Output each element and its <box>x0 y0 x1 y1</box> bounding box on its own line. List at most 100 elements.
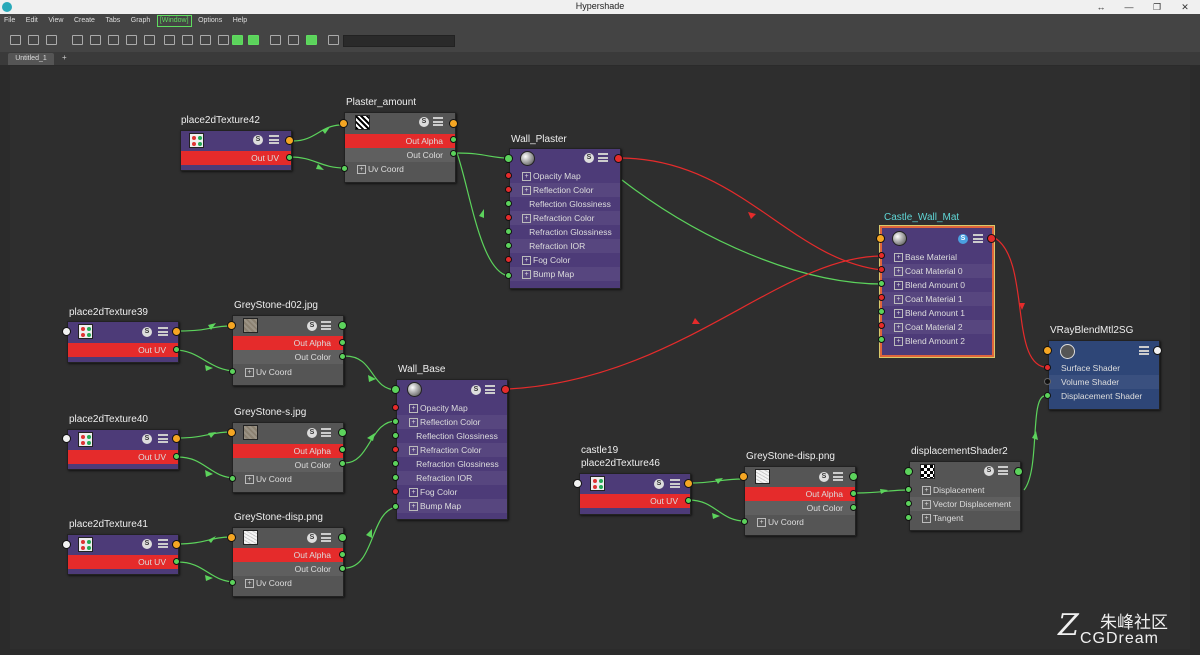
out-color-port[interactable] <box>450 150 457 157</box>
menu-file[interactable]: File <box>0 14 19 28</box>
shader-s-icon[interactable]: S <box>307 321 317 331</box>
attr-row[interactable]: + Base Material <box>882 250 992 264</box>
attr-row[interactable]: Reflection Glossiness <box>510 197 620 211</box>
out-alpha-port[interactable] <box>339 339 346 346</box>
out-color-port[interactable] <box>339 565 346 572</box>
attr-port[interactable] <box>505 272 512 279</box>
expand-icon[interactable]: + <box>894 309 903 319</box>
uv-coord-attr[interactable]: + Uv Coord <box>745 515 855 529</box>
menu-help[interactable]: Help <box>229 14 251 28</box>
place2d-texture-46-node[interactable]: S Out UV <box>579 473 691 515</box>
shader-s-icon[interactable]: S <box>142 539 152 549</box>
expand-icon[interactable]: + <box>522 186 531 196</box>
expand-icon[interactable]: + <box>922 500 931 510</box>
greystone-disp-a-node[interactable]: S Out Alpha Out Color + Uv Coord <box>232 527 344 597</box>
node-menu-icon[interactable] <box>485 385 495 394</box>
input-port[interactable] <box>339 119 348 128</box>
output-port[interactable] <box>849 472 858 481</box>
attr-row[interactable]: + Reflection Color <box>510 183 620 197</box>
expand-icon[interactable]: + <box>245 579 254 589</box>
attr-row[interactable]: + Bump Map <box>397 499 507 513</box>
node-menu-icon[interactable] <box>321 321 331 330</box>
node-menu-icon[interactable] <box>321 428 331 437</box>
castle-wall-mat-node[interactable]: S + Base Material + Coat Material 0 + Blend… <box>880 226 994 357</box>
expand-icon[interactable]: + <box>922 514 931 524</box>
attr-row[interactable]: + Refraction Color <box>397 443 507 457</box>
add-tab-button[interactable]: + <box>62 53 67 62</box>
filter-icon[interactable] <box>328 35 339 45</box>
input-port[interactable] <box>504 154 513 163</box>
menu-create[interactable]: Create <box>70 14 99 28</box>
attr-port[interactable] <box>878 266 885 273</box>
input-port[interactable] <box>739 472 748 481</box>
expand-icon[interactable]: + <box>409 446 418 456</box>
tangent-port[interactable] <box>905 514 912 521</box>
search-input[interactable] <box>343 35 455 47</box>
wall-plaster-node[interactable]: S + Opacity Map + Reflection Color Reflect… <box>509 148 621 289</box>
menu-window[interactable]: [Window] <box>156 15 192 27</box>
frame-selection-icon[interactable] <box>90 35 101 45</box>
node-menu-icon[interactable] <box>598 153 608 162</box>
attr-row[interactable]: + Reflection Color <box>397 415 507 429</box>
attr-row[interactable]: + Blend Amount 0 <box>882 278 992 292</box>
input-port[interactable] <box>62 434 71 443</box>
shader-s-icon[interactable]: S <box>419 117 429 127</box>
input-port[interactable] <box>1043 346 1052 355</box>
output-port[interactable] <box>1014 467 1023 476</box>
attr-port[interactable] <box>392 488 399 495</box>
uv-coord-port[interactable] <box>741 518 748 525</box>
attr-row[interactable]: Refraction Glossiness <box>510 225 620 239</box>
input-port[interactable] <box>227 428 236 437</box>
node-menu-icon[interactable] <box>998 466 1008 475</box>
attr-row[interactable]: Volume Shader <box>1049 375 1159 389</box>
attr-port[interactable] <box>505 256 512 263</box>
output-port[interactable] <box>614 154 623 163</box>
shader-s-icon[interactable]: S <box>307 428 317 438</box>
attr-port[interactable] <box>878 252 885 259</box>
menu-options[interactable]: Options <box>194 14 226 28</box>
input-port[interactable] <box>573 479 582 488</box>
out-uv-port[interactable] <box>685 497 692 504</box>
minimize-icon[interactable]: — <box>1120 0 1138 14</box>
attr-row[interactable]: + Bump Map <box>510 267 620 281</box>
attr-row[interactable]: + Displacement <box>910 483 1020 497</box>
out-alpha-port[interactable] <box>339 446 346 453</box>
out-color-port[interactable] <box>339 460 346 467</box>
uv-coord-port[interactable] <box>229 368 236 375</box>
out-uv-port[interactable] <box>173 453 180 460</box>
attr-row[interactable]: + Fog Color <box>397 485 507 499</box>
menu-graph[interactable]: Graph <box>127 14 154 28</box>
output-port[interactable] <box>684 479 693 488</box>
output-port[interactable] <box>338 428 347 437</box>
attr-row[interactable]: Refraction IOR <box>510 239 620 253</box>
connected-view-icon[interactable] <box>182 35 193 45</box>
attr-port[interactable] <box>878 280 885 287</box>
clear-graph-icon[interactable] <box>126 35 137 45</box>
snap-icon[interactable] <box>288 35 299 45</box>
uv-coord-port[interactable] <box>341 165 348 172</box>
expand-icon[interactable]: + <box>409 502 418 512</box>
place2d-texture-41-node[interactable]: S Out UV <box>67 534 179 575</box>
output-port[interactable] <box>172 540 181 549</box>
input-port[interactable] <box>62 327 71 336</box>
expand-icon[interactable]: + <box>894 295 903 305</box>
attr-row[interactable]: + Coat Material 1 <box>882 292 992 306</box>
attr-port[interactable] <box>505 186 512 193</box>
out-alpha-port[interactable] <box>850 490 857 497</box>
tab-untitled[interactable]: Untitled_1 <box>8 53 54 65</box>
output-port[interactable] <box>1153 346 1162 355</box>
plaster-amount-node[interactable]: S Out Alpha Out Color + Uv Coord <box>344 112 456 183</box>
node-menu-icon[interactable] <box>833 472 843 481</box>
uv-coord-attr[interactable]: + Uv Coord <box>233 365 343 379</box>
attr-port[interactable] <box>392 446 399 453</box>
expand-icon[interactable]: + <box>409 404 418 414</box>
input-port[interactable] <box>904 467 913 476</box>
expand-icon[interactable]: + <box>894 323 903 333</box>
out-alpha-port[interactable] <box>339 551 346 558</box>
output-port[interactable] <box>987 234 996 243</box>
input-port[interactable] <box>227 321 236 330</box>
attr-row[interactable]: Refraction Glossiness <box>397 457 507 471</box>
attr-port[interactable] <box>392 503 399 510</box>
uv-coord-attr[interactable]: + Uv Coord <box>233 576 343 590</box>
shader-s-icon[interactable]: S <box>253 135 263 145</box>
